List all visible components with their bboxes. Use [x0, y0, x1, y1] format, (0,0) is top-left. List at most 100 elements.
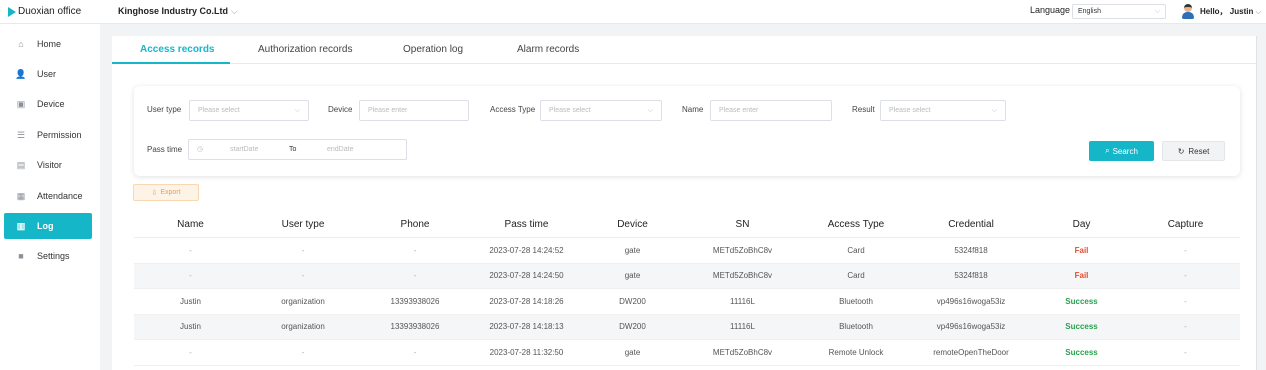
name-input[interactable]: Please enter: [710, 100, 832, 121]
table-cell: Remote Unlock: [828, 347, 884, 357]
tab-authorization-records[interactable]: Authorization records: [258, 44, 353, 55]
export-button[interactable]: ⇩ Export: [133, 184, 199, 201]
filter-panel: User type Please select ⌵ Device Please e…: [134, 86, 1240, 176]
result-select[interactable]: Please select ⌵: [880, 100, 1006, 121]
column-header: Day: [1072, 219, 1091, 230]
access-type-placeholder: Please select: [549, 107, 591, 114]
tab-access-records[interactable]: Access records: [140, 44, 215, 55]
user-menu[interactable]: Hello， Justin ⌵: [1200, 6, 1261, 17]
name-label: Name: [682, 105, 704, 114]
column-header: Device: [617, 219, 648, 230]
language-label: Language: [1030, 5, 1071, 15]
clock-icon: ◷: [197, 146, 204, 153]
top-bar: Duoxian office Kinghose Industry Co.Ltd ⌵…: [0, 0, 1266, 24]
sidebar-item-label: Settings: [37, 251, 70, 261]
device-icon: ▣: [16, 98, 26, 109]
table-cell: Bluetooth: [839, 296, 873, 306]
sidebar-item-label: Device: [37, 99, 65, 109]
column-header: SN: [735, 219, 750, 230]
table-row[interactable]: Justin organization 13393938026 2023-07-28 …: [134, 289, 1240, 315]
user-type-select[interactable]: Please select ⌵: [189, 100, 309, 121]
attendance-icon: ▦: [16, 190, 26, 201]
access-records-table: Name User type Phone Pass time Device SN…: [134, 212, 1240, 366]
table-row[interactable]: - - - 2023-07-28 11:32:50 gate METd5ZoBhC8v Re…: [134, 340, 1240, 366]
table-cell: organization: [281, 322, 325, 332]
table-cell: -: [189, 245, 192, 255]
sidebar-item-label: Attendance: [37, 191, 83, 201]
table-cell: 2023-07-28 14:24:52: [489, 245, 564, 255]
to-label: To: [289, 146, 297, 153]
tab-bar: Access records Authorization records Ope…: [112, 36, 1256, 64]
table-cell: Justin: [180, 296, 201, 306]
table-row[interactable]: - - - 2023-07-28 14:24:52 gate METd5ZoBhC8v Ca…: [134, 238, 1240, 264]
sidebar-item-label: User: [37, 69, 57, 79]
chevron-down-icon: ⌵: [1255, 7, 1262, 16]
reset-button[interactable]: ↻ Reset: [1162, 141, 1225, 161]
result-placeholder: Please select: [889, 107, 931, 114]
user-type-label: User type: [147, 105, 182, 114]
access-type-label: Access Type: [490, 105, 536, 114]
start-date-input[interactable]: startDate: [230, 140, 258, 159]
device-input[interactable]: Please enter: [359, 100, 469, 121]
table-cell: METd5ZoBhC8v: [712, 245, 773, 255]
pass-time-range[interactable]: ◷ startDate To endDate: [188, 139, 407, 160]
company-selector[interactable]: Kinghose Industry Co.Ltd ⌵: [118, 6, 238, 17]
table-cell: 5324f818: [954, 245, 988, 255]
table-cell: -: [1184, 245, 1187, 255]
sidebar-item-home[interactable]: ⌂ Home: [4, 31, 92, 57]
search-button[interactable]: ⌕ Search: [1089, 141, 1154, 161]
chevron-down-icon: ⌵: [294, 107, 300, 114]
company-name: Kinghose Industry Co.Ltd: [118, 6, 228, 16]
table-cell: 2023-07-28 14:18:13: [489, 322, 564, 332]
sidebar-item-visitor[interactable]: ▤ Visitor: [4, 152, 92, 178]
column-header: Credential: [948, 219, 994, 230]
table-row[interactable]: - - - 2023-07-28 14:24:50 gate METd5ZoBhC8v Ca…: [134, 263, 1240, 289]
sidebar-item-log[interactable]: ▥ Log: [4, 213, 92, 239]
search-icon: ⌕: [1105, 146, 1110, 155]
end-date-input[interactable]: endDate: [327, 140, 353, 159]
user-type-placeholder: Please select: [198, 107, 240, 114]
status-badge: Fail: [1074, 245, 1089, 255]
sidebar-item-device[interactable]: ▣ Device: [4, 91, 92, 117]
table-cell: -: [1184, 322, 1187, 332]
table-cell: gate: [624, 245, 641, 255]
table-cell: 11116L: [730, 322, 755, 332]
avatar[interactable]: [1181, 4, 1195, 19]
status-badge: Success: [1065, 296, 1098, 306]
chevron-down-icon: ⌵: [1154, 8, 1160, 15]
table-cell: DW200: [619, 322, 646, 332]
scrollbar[interactable]: [1256, 36, 1257, 370]
table-cell: -: [1184, 296, 1187, 306]
sidebar-item-attendance[interactable]: ▦ Attendance: [4, 183, 92, 209]
table-cell: Bluetooth: [839, 322, 873, 332]
pass-time-label: Pass time: [147, 145, 183, 154]
access-type-select[interactable]: Please select ⌵: [540, 100, 662, 121]
sidebar-item-label: Visitor: [37, 160, 62, 170]
status-badge: Success: [1065, 347, 1098, 357]
table-cell: 2023-07-28 11:32:50: [489, 347, 564, 357]
table-cell: -: [189, 347, 192, 357]
table-cell: Justin: [180, 322, 201, 332]
column-header: Name: [177, 219, 204, 230]
table-cell: -: [301, 271, 305, 281]
table-cell: -: [301, 347, 305, 357]
visitor-icon: ▤: [16, 159, 26, 170]
tab-alarm-records[interactable]: Alarm records: [517, 44, 579, 55]
sidebar-item-settings[interactable]: ■ Settings: [4, 243, 92, 269]
reset-icon: ↻: [1177, 146, 1185, 156]
app-logo[interactable]: Duoxian office: [0, 6, 100, 17]
reset-button-label: Reset: [1188, 146, 1210, 156]
main-panel: Access records Authorization records Ope…: [112, 36, 1257, 370]
language-select[interactable]: English ⌵: [1072, 4, 1166, 19]
table-cell: METd5ZoBhC8v: [712, 271, 773, 281]
table-row[interactable]: Justin organization 13393938026 2023-07-28 …: [134, 314, 1240, 340]
sidebar-item-permission[interactable]: ☰ Permission: [4, 122, 92, 148]
table-cell: -: [189, 271, 192, 281]
sidebar-item-user[interactable]: 👤 User: [4, 61, 92, 87]
tab-operation-log[interactable]: Operation log: [403, 44, 463, 55]
sidebar-item-label: Permission: [37, 130, 82, 140]
export-button-label: Export: [160, 189, 181, 196]
table-cell: -: [413, 245, 417, 255]
table-cell: 11116L: [730, 296, 755, 306]
home-icon: ⌂: [18, 39, 24, 49]
